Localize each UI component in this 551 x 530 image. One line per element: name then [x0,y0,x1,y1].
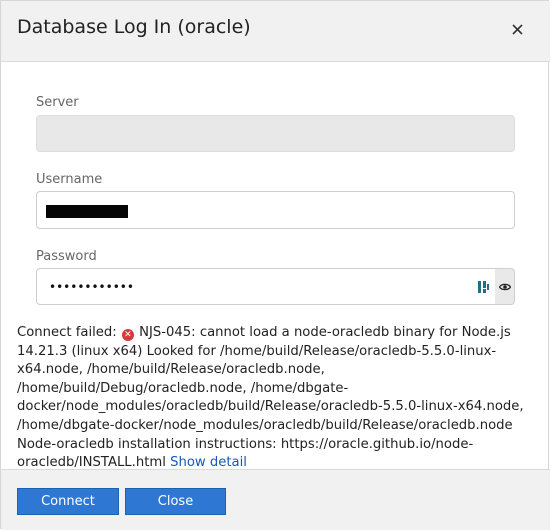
show-password-button[interactable] [495,268,515,305]
password-manager-icon[interactable] [477,279,491,295]
eye-icon [498,283,511,290]
dialog-title: Database Log In (oracle) [17,16,251,38]
username-label: Username [36,172,103,187]
error-text: cannot load a node-oracledb binary for N… [17,325,524,471]
close-icon[interactable] [506,18,528,40]
redaction-mark [46,205,128,218]
server-field [36,115,515,152]
error-message: Connect failed: ✕ NJS-045: cannot load a… [17,324,527,473]
show-detail-link[interactable]: Show detail [170,455,247,470]
close-button[interactable]: Close [125,488,226,515]
password-value: •••••••••••• [49,279,134,294]
dialog-footer: Connect Close [1,469,550,530]
connect-button[interactable]: Connect [17,488,119,515]
password-field[interactable]: •••••••••••• [36,268,496,305]
error-icon: ✕ [121,329,134,341]
server-label: Server [36,95,79,110]
login-dialog: Database Log In (oracle) Server Username… [0,0,550,530]
error-prefix: Connect failed: [17,325,117,340]
error-code: NJS-045: [139,325,196,340]
dialog-header: Database Log In (oracle) [1,1,550,62]
password-label: Password [36,249,97,264]
